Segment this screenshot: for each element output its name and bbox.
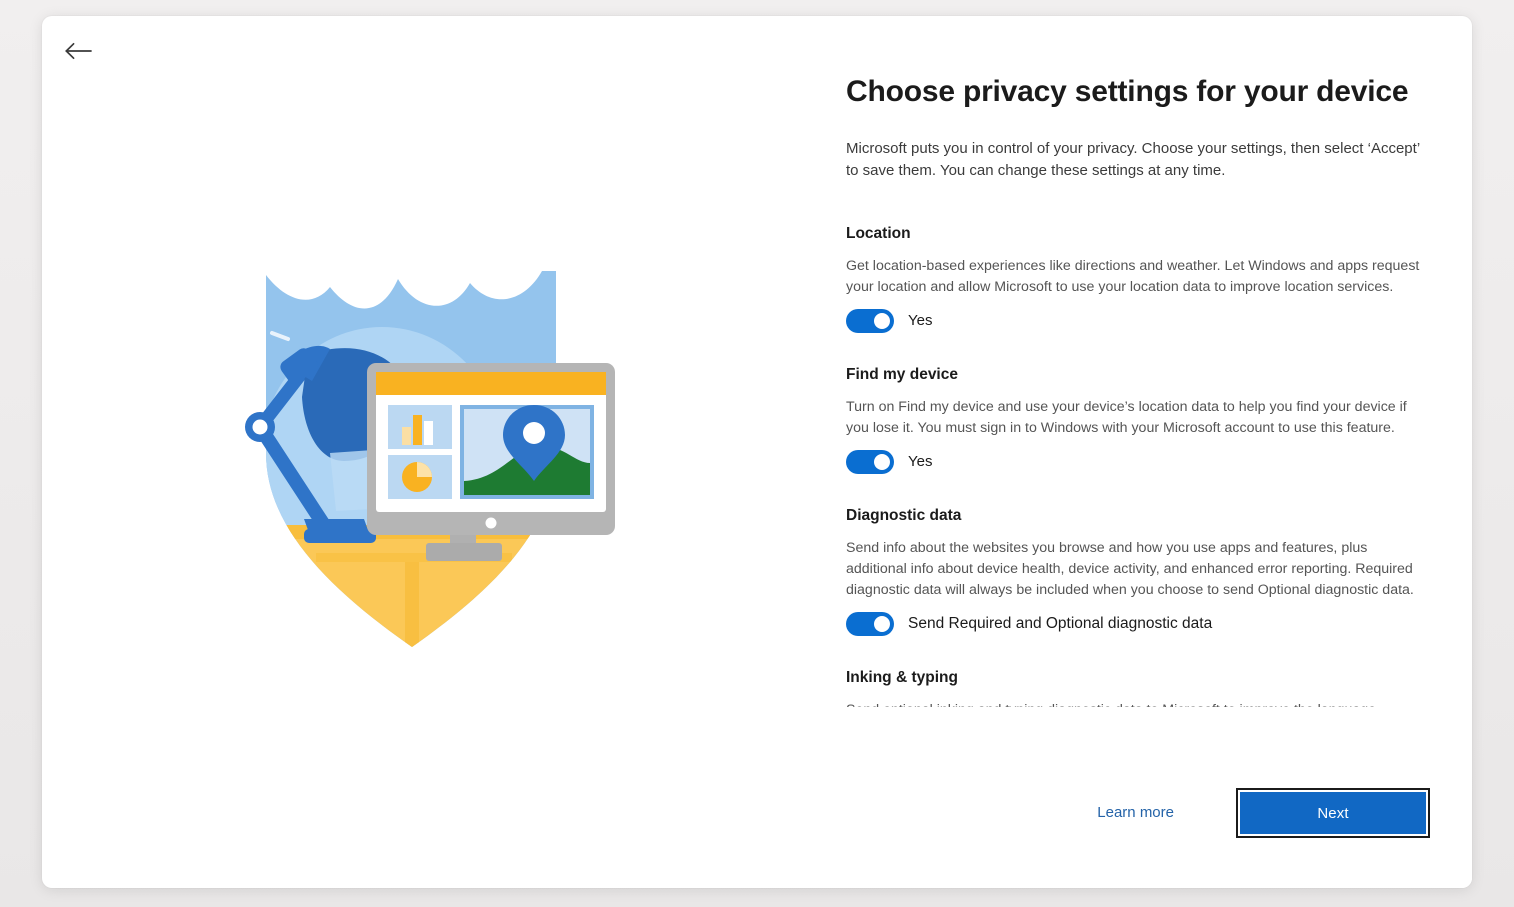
oobe-card: Choose privacy settings for your device …: [42, 16, 1472, 888]
setting-group-location: Location Get location-based experiences …: [846, 224, 1428, 334]
setting-description-inking-and-typing: Send optional inking and typing diagnost…: [846, 700, 1428, 707]
setting-description-diagnostic-data: Send info about the websites you browse …: [846, 538, 1428, 600]
page-title: Choose privacy settings for your device: [846, 72, 1428, 112]
footer-actions: Learn more Next: [1097, 790, 1428, 836]
toggle-row-location: Yes: [846, 308, 1428, 334]
toggle-find-my-device[interactable]: [846, 450, 894, 474]
oobe-shell: Choose privacy settings for your device …: [0, 0, 1514, 907]
toggle-label-diagnostic-data: Send Required and Optional diagnostic da…: [908, 614, 1212, 634]
privacy-shield-desk-illustration: [212, 257, 632, 657]
setting-group-diagnostic-data: Diagnostic data Send info about the webs…: [846, 506, 1428, 637]
toggle-knob: [874, 313, 890, 329]
toggle-row-diagnostic-data: Send Required and Optional diagnostic da…: [846, 611, 1428, 637]
toggle-row-find-my-device: Yes: [846, 449, 1428, 475]
toggle-label-location: Yes: [908, 311, 932, 331]
setting-description-location: Get location-based experiences like dire…: [846, 256, 1428, 297]
toggle-knob: [874, 616, 890, 632]
learn-more-link[interactable]: Learn more: [1097, 803, 1174, 823]
toggle-diagnostic-data[interactable]: [846, 612, 894, 636]
toggle-knob: [874, 454, 890, 470]
setting-heading-inking-and-typing: Inking & typing: [846, 668, 1428, 688]
setting-group-inking-and-typing: Inking & typing Send optional inking and…: [846, 668, 1428, 707]
footer-bar: Learn more Next: [804, 762, 1472, 888]
illustration-pane: [42, 16, 782, 888]
page-subtitle: Microsoft puts you in control of your pr…: [846, 138, 1428, 181]
monitor-icon: [367, 363, 615, 561]
setting-group-find-my-device: Find my device Turn on Find my device an…: [846, 365, 1428, 475]
toggle-label-find-my-device: Yes: [908, 452, 932, 472]
next-button[interactable]: Next: [1238, 790, 1428, 836]
setting-heading-diagnostic-data: Diagnostic data: [846, 506, 1428, 526]
content-pane: Choose privacy settings for your device …: [804, 16, 1472, 888]
settings-scroll-area[interactable]: Choose privacy settings for your device …: [804, 72, 1472, 762]
setting-description-find-my-device: Turn on Find my device and use your devi…: [846, 397, 1428, 438]
toggle-location[interactable]: [846, 309, 894, 333]
setting-heading-find-my-device: Find my device: [846, 365, 1428, 385]
setting-heading-location: Location: [846, 224, 1428, 244]
